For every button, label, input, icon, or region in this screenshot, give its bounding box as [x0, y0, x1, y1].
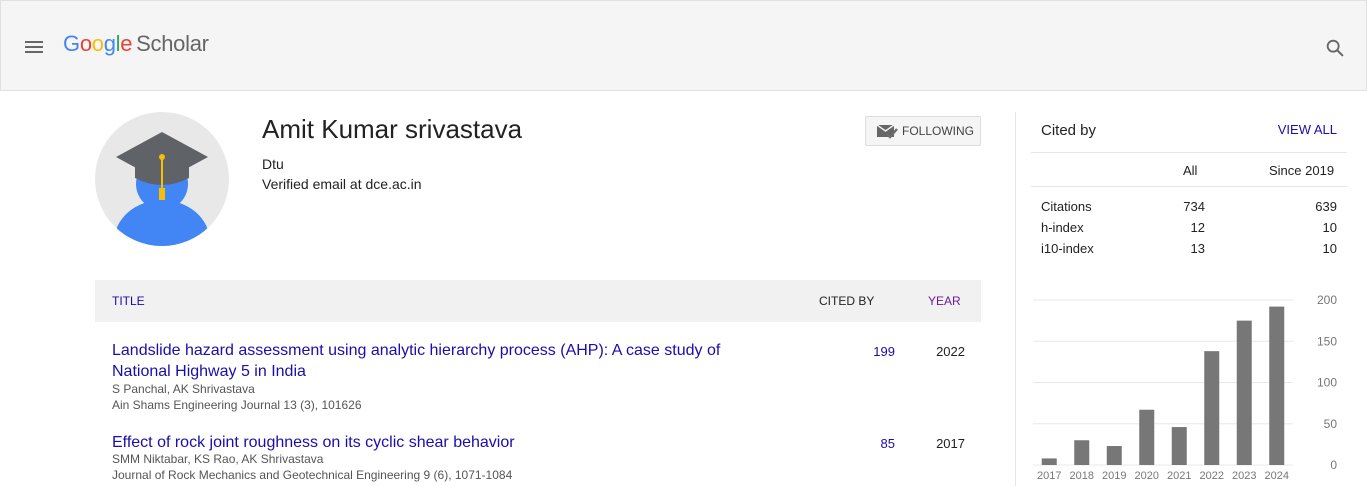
cited-by-title: Cited by — [1041, 122, 1097, 139]
chart-bar[interactable] — [1204, 351, 1220, 465]
chart-bar[interactable] — [1236, 320, 1252, 465]
y-tick-label: 150 — [1317, 334, 1337, 348]
chart-bar[interactable] — [1106, 446, 1122, 465]
x-tick-label: 2023 — [1232, 470, 1256, 482]
following-button[interactable]: FOLLOWING — [865, 116, 981, 146]
cited-by-link[interactable]: 85 — [855, 436, 895, 451]
mail-check-icon — [876, 124, 898, 139]
metric-all: 12 — [1190, 220, 1205, 235]
logo-letter: g — [103, 31, 116, 56]
profile-name: Amit Kumar srivastava — [262, 114, 523, 144]
x-tick-label: 2024 — [1265, 470, 1289, 482]
metric-label: i10-index — [1041, 241, 1094, 256]
divider — [1031, 152, 1347, 153]
x-tick-label: 2021 — [1167, 470, 1191, 482]
menu-icon[interactable] — [25, 41, 43, 53]
x-tick-label: 2020 — [1135, 470, 1159, 482]
avatar — [95, 112, 229, 246]
view-all-link[interactable]: VIEW ALL — [1270, 122, 1337, 137]
y-tick-label: 50 — [1324, 417, 1338, 431]
chart-bar[interactable] — [1171, 427, 1187, 465]
metric-since: 10 — [1322, 241, 1337, 256]
y-tick-label: 200 — [1317, 293, 1337, 307]
metric-since: 10 — [1322, 220, 1337, 235]
metric-all: 734 — [1183, 199, 1205, 214]
google-wordmark: Google — [63, 31, 132, 56]
top-bar: Google Scholar — [0, 0, 1367, 91]
sort-by-cited[interactable]: CITED BY — [819, 294, 874, 308]
metric-label: Citations — [1041, 199, 1092, 214]
article-year: 2022 — [936, 344, 965, 359]
x-tick-label: 2022 — [1200, 470, 1224, 482]
x-tick-label: 2018 — [1070, 470, 1094, 482]
logo-letter: G — [63, 31, 80, 56]
profile-affiliation: Dtu — [262, 156, 284, 172]
article-authors: S Panchal, AK Shrivastava — [112, 382, 255, 396]
cited-by-link[interactable]: 199 — [855, 344, 895, 359]
logo-letter: e — [120, 31, 133, 56]
logo-letter: o — [91, 31, 104, 56]
col-all-header: All — [1183, 163, 1198, 178]
logo-letter: o — [79, 31, 92, 56]
articles-table-header: TITLE CITED BY YEAR — [95, 280, 981, 322]
table-row: Effect of rock joint roughness on its cy… — [95, 432, 981, 486]
y-tick-label: 100 — [1317, 376, 1337, 390]
sort-by-title[interactable]: TITLE — [112, 294, 145, 308]
metric-label: h-index — [1041, 220, 1084, 235]
x-tick-label: 2019 — [1102, 470, 1126, 482]
sidebar-divider — [1015, 112, 1016, 486]
chart-bar[interactable] — [1074, 440, 1090, 465]
chart-bar[interactable] — [1269, 306, 1285, 465]
sort-by-year[interactable]: YEAR — [928, 294, 961, 308]
col-since-header: Since 2019 — [1269, 163, 1335, 178]
metric-since: 639 — [1315, 199, 1337, 214]
table-row: Landslide hazard assessment using analyt… — [95, 340, 981, 420]
chart-bar[interactable] — [1139, 409, 1155, 465]
citations-per-year-chart: 200 150 100 50 0 2017 2018 2019 2020 2021 2022 2023… — [1033, 293, 1338, 482]
article-year: 2017 — [936, 436, 965, 451]
divider — [1031, 186, 1347, 187]
chart-bar[interactable] — [1041, 458, 1057, 465]
article-venue: Ain Shams Engineering Journal 13 (3), 10… — [112, 398, 362, 412]
following-label: FOLLOWING — [902, 124, 975, 138]
graduate-avatar-icon — [114, 132, 210, 246]
google-scholar-logo[interactable]: Google Scholar — [63, 31, 209, 57]
article-title-link[interactable]: Effect of rock joint roughness on its cy… — [112, 432, 762, 453]
scholar-wordmark: Scholar — [136, 31, 209, 56]
y-tick-label: 0 — [1330, 458, 1337, 472]
x-tick-label: 2017 — [1037, 470, 1061, 482]
profile-email: Verified email at dce.ac.in — [262, 176, 422, 192]
article-title-link[interactable]: Landslide hazard assessment using analyt… — [112, 340, 762, 382]
search-icon[interactable] — [1324, 37, 1346, 59]
metric-all: 13 — [1190, 241, 1205, 256]
article-venue: Journal of Rock Mechanics and Geotechnic… — [112, 468, 513, 482]
article-authors: SMM Niktabar, KS Rao, AK Shrivastava — [112, 452, 324, 466]
